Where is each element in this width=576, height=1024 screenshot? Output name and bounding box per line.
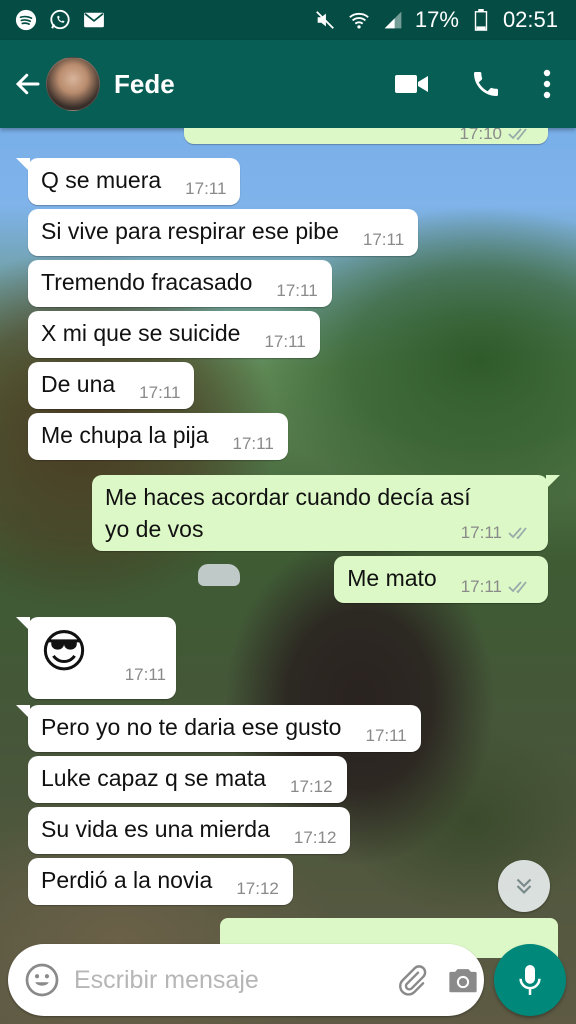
message-bubble[interactable]: Perdió a la novia 17:12 [28, 858, 293, 905]
microphone-icon [519, 965, 541, 995]
message-time: 17:11 [365, 726, 407, 745]
phone-call-icon[interactable] [470, 68, 502, 100]
message-bubble[interactable]: Su vida es una mierda 17:12 [28, 807, 351, 854]
message-time: 17:11 [139, 383, 181, 402]
message-time: 17:11 [185, 179, 227, 198]
message-time: 17:11 [362, 230, 405, 249]
contact-avatar[interactable] [46, 57, 100, 111]
attach-icon[interactable] [396, 960, 428, 1000]
message-time: 17:11 [264, 332, 306, 351]
message-bubble[interactable]: Me mato 17:11 [334, 556, 548, 603]
message-text: yo de vos [105, 516, 204, 542]
message-time: 17:11 [232, 434, 274, 453]
message-text: Pero yo no te daria ese gusto [41, 714, 342, 740]
message-time: 17:10 [459, 128, 502, 143]
message-bubble[interactable]: Q se muera 17:11 [15, 158, 241, 205]
message-bubble[interactable]: Me chupa la pija 17:11 [28, 413, 288, 460]
status-time: 02:51 [502, 7, 558, 32]
message-text: Luke capaz q se mata [41, 765, 267, 791]
message-text: Si vive para respirar ese pibe [41, 218, 339, 244]
message-time: 17:11 [276, 281, 318, 300]
double-check-icon [508, 128, 527, 141]
message-bubble-emoji[interactable]: 😎 17:11 [16, 617, 176, 699]
message-text: Me haces acordar cuando decía así [105, 484, 471, 510]
battery-icon [469, 8, 493, 32]
chat-header: Fede [0, 40, 576, 128]
signal-icon [381, 8, 405, 32]
video-call-icon[interactable] [394, 72, 430, 96]
contact-name[interactable]: Fede [114, 69, 394, 100]
message-bubble[interactable]: Luke capaz q se mata 17:12 [28, 756, 347, 803]
message-text: X mi que se suicide [41, 320, 241, 346]
more-vert-icon[interactable] [542, 69, 552, 99]
emoji-icon[interactable] [24, 960, 60, 1000]
message-time: 17:11 [460, 577, 502, 596]
status-bar: 17% 02:51 [0, 0, 576, 40]
message-bubble[interactable]: De una 17:11 [28, 362, 195, 409]
message-text: De una [41, 371, 116, 397]
double-chevron-down-icon [516, 878, 532, 895]
message-text: Me chupa la pija [41, 422, 209, 448]
message-time: 17:12 [293, 828, 337, 847]
message-bubble[interactable]: Pero yo no te daria ese gusto 17:11 [16, 705, 421, 752]
message-list[interactable]: 17:10 Q se muera 17:11 Si vive para respi… [0, 128, 576, 940]
wifi-icon [347, 8, 371, 32]
message-input[interactable] [74, 965, 396, 995]
message-bubble[interactable]: Me haces acordar cuando decía así yo de … [92, 475, 560, 551]
message-bubble[interactable]: X mi que se suicide 17:11 [28, 311, 320, 358]
mute-icon [313, 8, 337, 32]
message-composer [8, 944, 484, 1016]
message-bubble[interactable]: Tremendo fracasado 17:11 [28, 260, 332, 307]
double-check-icon [508, 527, 527, 540]
voice-message-button[interactable] [494, 944, 566, 1016]
spotify-icon [14, 8, 38, 32]
message-time: 17:11 [460, 523, 502, 542]
message-bubble-partial[interactable]: 17:10 [184, 128, 548, 144]
message-time: 17:12 [236, 879, 279, 898]
message-text: Tremendo fracasado [41, 269, 253, 295]
scroll-to-bottom-button[interactable] [498, 860, 550, 912]
message-text: Me mato [347, 565, 437, 591]
double-check-icon [508, 581, 527, 594]
sunglasses-emoji: 😎 [40, 625, 88, 677]
message-time: 17:12 [290, 777, 333, 796]
message-text: Su vida es una mierda [41, 816, 270, 842]
message-bubble[interactable]: Si vive para respirar ese pibe 17:11 [28, 209, 419, 256]
battery-percentage: 17% [414, 7, 459, 32]
message-time: 17:11 [124, 665, 166, 684]
camera-icon[interactable] [446, 960, 480, 1000]
gmail-icon [82, 8, 106, 32]
message-text: Perdió a la novia [41, 867, 213, 893]
back-arrow-icon[interactable] [6, 62, 50, 106]
message-text: Q se muera [41, 167, 162, 193]
whatsapp-icon [48, 8, 72, 32]
